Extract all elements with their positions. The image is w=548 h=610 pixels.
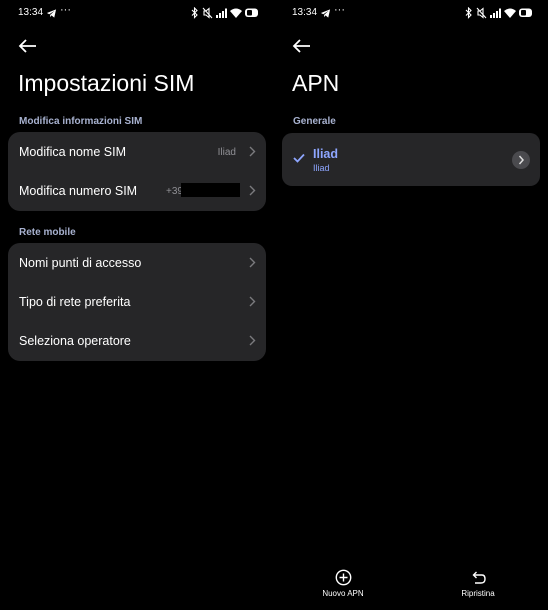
chevron-right-icon (249, 185, 256, 196)
undo-icon (472, 571, 486, 584)
row-select-operator[interactable]: Seleziona operatore (8, 321, 266, 360)
wifi-icon (504, 8, 516, 18)
add-circle-icon (335, 569, 351, 586)
chevron-right-icon (249, 146, 256, 157)
section-label-general: Generale (293, 116, 336, 127)
apn-screen: 13:34 ··· APN Generale Iliad Iliad Nuovo… (274, 0, 548, 610)
redacted-number (181, 183, 240, 197)
status-time: 13:34 (292, 7, 318, 18)
row-preferred-network-type[interactable]: Tipo di rete preferita (8, 282, 266, 321)
sim-info-card: Modifica nome SIM Iliad Modifica numero … (8, 132, 266, 211)
page-title: Impostazioni SIM (18, 70, 195, 96)
row-label: Modifica numero SIM (19, 184, 138, 198)
row-edit-sim-number[interactable]: Modifica numero SIM +39 (8, 171, 266, 210)
telegram-icon (320, 9, 331, 18)
status-bar: 13:34 ··· (292, 4, 534, 21)
status-icons (191, 7, 258, 19)
row-label: Tipo di rete preferita (19, 295, 131, 309)
signal-icon (216, 8, 227, 18)
mute-icon (202, 7, 213, 19)
apn-subtitle: Iliad (313, 163, 330, 173)
mobile-network-card: Nomi punti di accesso Tipo di rete prefe… (8, 243, 266, 361)
signal-icon (490, 8, 501, 18)
reset-label: Ripristina (461, 589, 495, 598)
chevron-right-icon (249, 335, 256, 346)
sim-settings-screen: 13:34 ··· Impostazioni SIM Modifica info… (0, 0, 274, 610)
status-bar: 13:34 ··· (18, 4, 260, 21)
sim-name-value: Iliad (217, 147, 236, 158)
bluetooth-icon (465, 7, 472, 19)
apn-details-button[interactable] (512, 151, 530, 169)
new-apn-button[interactable]: Nuovo APN (322, 569, 364, 598)
mute-icon (476, 7, 487, 19)
battery-icon (519, 8, 532, 17)
page-title: APN (292, 70, 340, 96)
status-icons (465, 7, 532, 19)
reset-button[interactable]: Ripristina (458, 569, 498, 598)
row-edit-sim-name[interactable]: Modifica nome SIM Iliad (8, 132, 266, 171)
row-label: Seleziona operatore (19, 334, 131, 348)
apn-item[interactable]: Iliad Iliad (282, 133, 540, 186)
chevron-right-icon (249, 257, 256, 268)
apn-name: Iliad (313, 147, 339, 161)
back-arrow-icon[interactable] (292, 38, 312, 54)
new-apn-label: Nuovo APN (322, 589, 364, 598)
back-arrow-icon[interactable] (18, 38, 38, 54)
check-icon (293, 153, 305, 163)
status-time: 13:34 (18, 7, 44, 18)
row-label: Modifica nome SIM (19, 145, 126, 159)
telegram-icon (46, 9, 57, 18)
chevron-right-icon (518, 155, 524, 165)
row-access-point-names[interactable]: Nomi punti di accesso (8, 243, 266, 282)
overflow-indicator: ··· (60, 4, 71, 16)
battery-icon (245, 8, 258, 17)
bluetooth-icon (191, 7, 198, 19)
section-label-sim-info: Modifica informazioni SIM (19, 116, 143, 127)
wifi-icon (230, 8, 242, 18)
section-label-mobile-network: Rete mobile (19, 227, 76, 238)
overflow-indicator: ··· (334, 4, 345, 16)
chevron-right-icon (249, 296, 256, 307)
row-label: Nomi punti di accesso (19, 256, 142, 270)
